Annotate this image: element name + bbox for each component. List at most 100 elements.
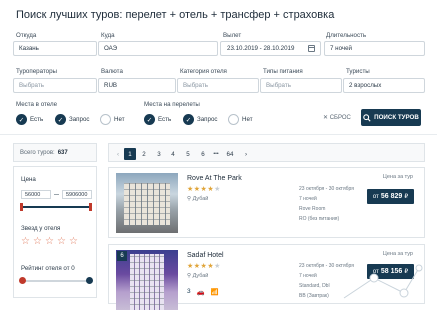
star-outline-icon[interactable]: ☆ (69, 237, 79, 247)
to-field[interactable]: ОАЭ (98, 41, 218, 56)
price-max-input[interactable]: 5906000 (62, 190, 92, 199)
price-filter-label: Цена (21, 176, 36, 183)
star-outline-icon[interactable]: ☆ (57, 237, 67, 247)
page-2[interactable]: 2 (139, 148, 149, 160)
price-slider-track[interactable] (21, 206, 91, 208)
rating-slider-end (86, 277, 93, 284)
next-page-button[interactable]: › (241, 148, 251, 160)
currency-value: RUB (104, 82, 118, 89)
duration-value: 7 ночей (330, 45, 353, 52)
from-value: Казань (19, 45, 39, 52)
prev-page-button[interactable]: ‹ (113, 148, 123, 160)
flight-seats-label: Места на перелеты (144, 101, 200, 108)
calendar-icon[interactable] (308, 45, 315, 52)
meal-plan: RO (без питания) (299, 216, 340, 222)
rating-slider-handle[interactable] (19, 277, 26, 284)
star-outline-icon[interactable]: ☆ (45, 237, 55, 247)
price-slider-max-handle[interactable] (89, 203, 92, 211)
operators-label: Туроператоры (16, 68, 57, 75)
check-icon: ✓ (183, 114, 194, 125)
radio-empty-icon: ✓ (228, 114, 239, 125)
tourists-select[interactable]: 2 взрослых (343, 78, 425, 93)
check-icon: ✓ (144, 114, 155, 125)
meal-plan: BB (Завтрак) (299, 293, 329, 299)
depart-value: 23.10.2019 - 28.10.2019 (227, 45, 295, 52)
price-button[interactable]: от 56 829 ₽ (367, 189, 414, 204)
wifi-icon: 📶 (210, 289, 219, 296)
page-4[interactable]: 4 (168, 148, 178, 160)
room-type: Rove Room (299, 206, 326, 212)
page-6[interactable]: 6 (198, 148, 208, 160)
hotel-location: ⚲ Дубай (187, 196, 209, 202)
hotel-category-label: Категория отеля (180, 68, 227, 75)
meal-type-label: Типы питания (263, 68, 303, 75)
tourists-label: Туристы (346, 68, 370, 75)
page-5[interactable]: 5 (183, 148, 193, 160)
page-1[interactable]: 1 (124, 148, 136, 160)
currency-label: Валюта (101, 68, 123, 75)
hotel-category-placeholder: Выбрать (183, 82, 208, 89)
page-3[interactable]: 3 (154, 148, 164, 160)
search-tours-button[interactable]: ПОИСК ТУРОВ (361, 109, 421, 126)
star-outline-icon[interactable]: ☆ (21, 237, 31, 247)
radio-empty-icon: ✓ (100, 114, 111, 125)
hotel-location: ⚲ Дубай (187, 273, 209, 279)
duration-field[interactable]: 7 ночей (324, 41, 425, 56)
flight-seats-no[interactable]: ✓Нет (228, 114, 253, 125)
hotel-name[interactable]: Rove At The Park (187, 175, 242, 182)
search-icon (363, 113, 371, 122)
pagination: ‹ 1 2 3 4 5 6 ••• 64 › (108, 143, 425, 162)
price-min-input[interactable]: 56000 (21, 190, 51, 199)
depart-label: Вылет (223, 32, 242, 39)
rating-filter-label: Рейтинг отеля от 0 (21, 265, 75, 272)
hotel-stars: ★★★★★ (187, 186, 221, 193)
hotel-photo[interactable] (116, 173, 178, 233)
room-type: Standard, Dbl (299, 283, 330, 289)
operators-select[interactable]: Выбрать (13, 78, 97, 93)
to-value: ОАЭ (104, 45, 118, 52)
tour-nights: 7 ночей (299, 196, 317, 202)
hotel-card[interactable]: 6 Sadaf Hotel ★★★★★ ⚲ Дубай 3 🚗 📶 23 окт… (108, 244, 425, 310)
price-label: Цена за тур (382, 174, 413, 180)
rating-badge: 6 (117, 251, 127, 261)
flight-seats-yes[interactable]: ✓ Есть (144, 114, 171, 125)
hotel-card[interactable]: Rove At The Park ★★★★★ ⚲ Дубай 23 октябр… (108, 167, 425, 238)
hotel-seats-no[interactable]: ✓Нет (100, 114, 125, 125)
hotel-name[interactable]: Sadaf Hotel (187, 252, 224, 259)
check-icon: ✓ (16, 114, 27, 125)
tourists-value: 2 взрослых (349, 82, 382, 89)
hotel-seats-request[interactable]: ✓ Запрос (55, 114, 90, 125)
hotel-seats-yes[interactable]: ✓ Есть (16, 114, 43, 125)
car-icon: 🚗 (196, 289, 205, 296)
hotel-seats-label: Места в отеле (16, 101, 58, 108)
page-64[interactable]: 64 (225, 148, 235, 160)
tour-dates: 23 октября - 30 октября (299, 186, 354, 192)
meal-type-select[interactable]: Выбрать (260, 78, 342, 93)
rating-slider-track[interactable] (24, 280, 88, 282)
range-dash (54, 194, 59, 195)
star-outline-icon[interactable]: ☆ (33, 237, 43, 247)
depart-date-field[interactable]: 23.10.2019 - 28.10.2019 (220, 41, 321, 56)
currency-select[interactable]: RUB (98, 78, 176, 93)
amenity-icon: 3 (187, 288, 191, 295)
total-tours: Всего туров: 637 (13, 143, 97, 162)
to-label: Куда (101, 32, 115, 39)
reset-button[interactable]: ✕ СБРОС (323, 114, 351, 121)
price-value: 56 829 (380, 193, 403, 200)
map-decoration (343, 264, 423, 299)
filters-panel: Цена 56000 5906000 Звезд у отеля ☆ ☆ ☆ ☆… (13, 166, 97, 298)
total-count: 637 (57, 149, 68, 156)
tour-nights: 7 ночей (299, 273, 317, 279)
operators-placeholder: Выбрать (19, 82, 44, 89)
flight-seats-request[interactable]: ✓ Запрос (183, 114, 218, 125)
amenities: 3 🚗 📶 (187, 288, 219, 296)
hotel-stars: ★★★★★ (187, 263, 221, 270)
page-title: Поиск лучших туров: перелет + отель + тр… (16, 9, 335, 21)
price-slider-min-handle[interactable] (20, 203, 23, 211)
meal-type-placeholder: Выбрать (266, 82, 291, 89)
from-field[interactable]: Казань (13, 41, 97, 56)
section-divider (0, 134, 437, 135)
stars-filter[interactable]: ☆ ☆ ☆ ☆ ☆ (21, 237, 79, 247)
from-label: Откуда (16, 32, 37, 39)
hotel-category-select[interactable]: Выбрать (177, 78, 259, 93)
